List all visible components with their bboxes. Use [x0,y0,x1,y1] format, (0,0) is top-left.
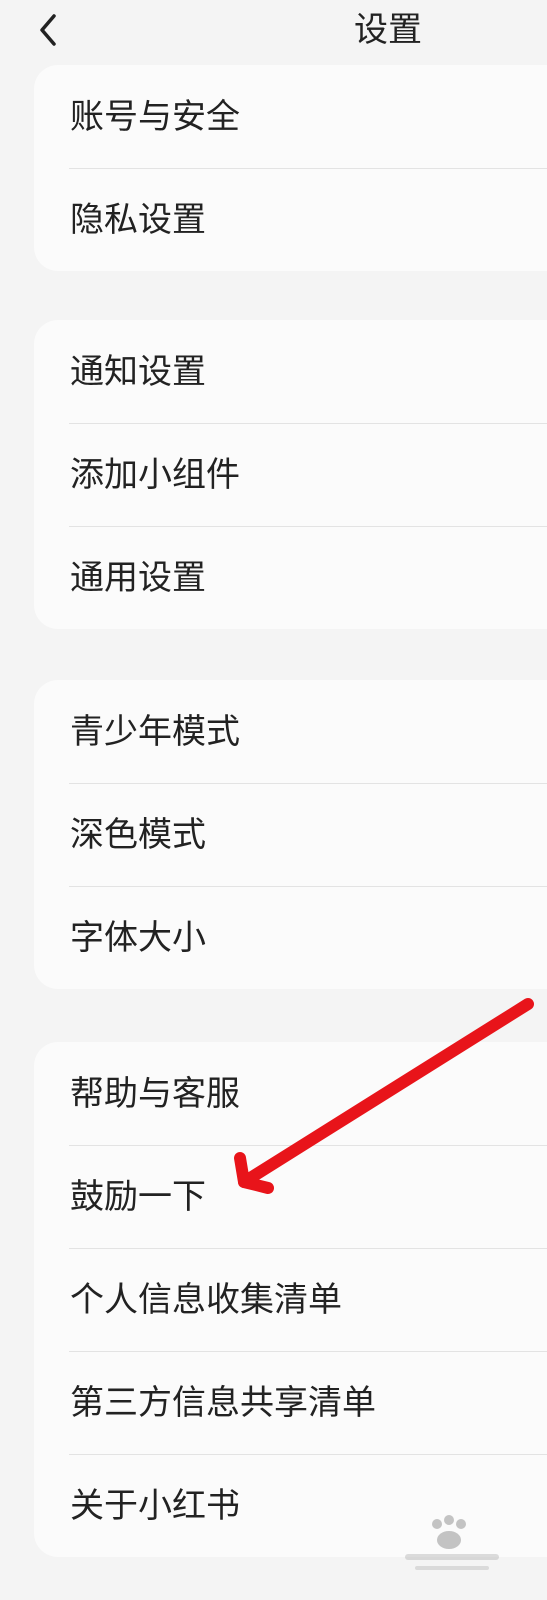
settings-row-account-security[interactable]: 账号与安全 [34,65,547,168]
baidu-jingyan-watermark-icon [405,1515,499,1570]
settings-group-account: 账号与安全 隐私设置 [34,65,547,271]
back-button[interactable] [28,10,68,50]
row-label: 帮助与客服 [70,1073,240,1114]
row-label: 第三方信息共享清单 [70,1382,376,1423]
settings-row-personal-info-list[interactable]: 个人信息收集清单 [34,1248,547,1351]
page-title: 设置 [354,10,422,50]
row-label: 鼓励一下 [70,1176,206,1217]
settings-row-third-party-sharing[interactable]: 第三方信息共享清单 [34,1351,547,1454]
top-bar: 设置 [0,0,547,62]
row-label: 通知设置 [70,351,206,392]
settings-group-display: 青少年模式 深色模式 字体大小 [34,680,547,989]
row-label: 添加小组件 [70,454,240,495]
settings-group-about: 帮助与客服 鼓励一下 个人信息收集清单 第三方信息共享清单 关于小红书 [34,1042,547,1557]
settings-row-notifications[interactable]: 通知设置 [34,320,547,423]
row-label: 账号与安全 [70,96,240,137]
row-label: 青少年模式 [70,711,240,752]
settings-row-font-size[interactable]: 字体大小 [34,886,547,989]
settings-group-general: 通知设置 添加小组件 通用设置 [34,320,547,629]
row-label: 字体大小 [70,917,206,958]
watermark [397,1510,507,1580]
settings-row-teen-mode[interactable]: 青少年模式 [34,680,547,783]
settings-row-add-widget[interactable]: 添加小组件 [34,423,547,526]
settings-row-privacy[interactable]: 隐私设置 [34,168,547,271]
settings-row-general[interactable]: 通用设置 [34,526,547,629]
settings-row-encourage[interactable]: 鼓励一下 [34,1145,547,1248]
settings-row-dark-mode[interactable]: 深色模式 [34,783,547,886]
row-label: 关于小红书 [70,1485,240,1526]
chevron-left-icon [40,14,56,46]
row-label: 深色模式 [70,814,206,855]
row-label: 隐私设置 [70,199,206,240]
settings-row-help-support[interactable]: 帮助与客服 [34,1042,547,1145]
row-label: 通用设置 [70,557,206,598]
row-label: 个人信息收集清单 [70,1279,342,1320]
